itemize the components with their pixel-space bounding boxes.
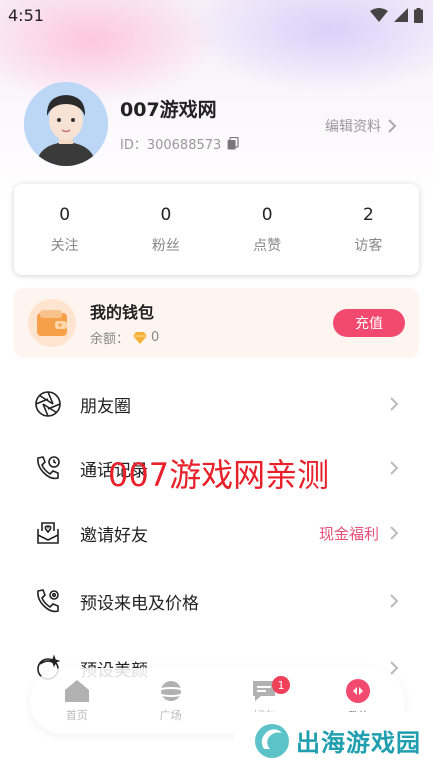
battery-icon — [414, 7, 423, 23]
stat-likes[interactable]: 0 点赞 — [227, 205, 307, 255]
edit-profile-label: 编辑资料 — [325, 119, 381, 135]
status-time: 4:51 — [8, 5, 44, 25]
username: 007游戏网 — [120, 99, 217, 121]
stat-label: 关注 — [50, 237, 79, 254]
chevron-right-icon — [390, 526, 399, 540]
wallet-icon — [28, 299, 76, 347]
aperture-icon — [34, 390, 62, 418]
profile-header: 007游戏网 ID：300688573 — [24, 82, 239, 166]
status-icons — [370, 7, 423, 23]
phone-settings-icon — [34, 587, 62, 615]
planet-icon — [156, 681, 185, 701]
chevron-right-icon — [390, 461, 399, 475]
logo-mark-icon — [255, 723, 289, 758]
signal-icon — [394, 8, 408, 22]
menu-item-moments[interactable]: 朋友圈 — [0, 376, 433, 432]
menu-item-invite-friends[interactable]: 邀请好友 现金福利 — [0, 505, 433, 561]
avatar[interactable] — [24, 82, 108, 166]
chevron-right-icon — [390, 397, 399, 411]
edit-profile-link[interactable]: 编辑资料 — [325, 116, 397, 136]
nav-item-home[interactable]: 首页 — [47, 679, 107, 723]
user-id: ID：300688573 — [120, 138, 222, 153]
watermark-text: 007游戏网亲测 — [108, 456, 330, 494]
wallet-balance-label: 余额： — [90, 332, 130, 347]
menu-item-preset-call-price[interactable]: 预设来电及价格 — [0, 573, 433, 629]
nav-label: 广场 — [159, 709, 182, 722]
notification-badge: 1 — [272, 676, 290, 694]
stats-card: 0 关注 0 粉丝 0 点赞 2 访客 — [14, 184, 419, 275]
stat-value: 2 — [362, 204, 374, 225]
wallet-balance-value: 0 — [151, 330, 160, 345]
stat-value: 0 — [59, 204, 71, 225]
chevron-right-icon — [390, 594, 399, 608]
stat-label: 粉丝 — [151, 237, 180, 254]
menu-label: 邀请好友 — [80, 525, 148, 546]
recharge-button[interactable]: 充值 — [333, 309, 405, 337]
stat-following[interactable]: 0 关注 — [25, 205, 105, 255]
stat-label: 访客 — [354, 237, 383, 254]
cash-bonus-label: 现金福利 — [318, 524, 379, 543]
envelope-heart-icon — [34, 519, 62, 547]
copy-icon[interactable] — [227, 137, 239, 150]
chevron-right-icon — [388, 119, 397, 133]
diamond-icon — [133, 331, 148, 344]
profile-icon — [346, 679, 371, 703]
stat-fans[interactable]: 0 粉丝 — [126, 205, 206, 255]
stat-label: 点赞 — [253, 237, 282, 254]
wifi-icon — [370, 8, 388, 22]
nav-label: 首页 — [65, 709, 88, 722]
stat-visitors[interactable]: 2 访客 — [328, 205, 408, 255]
phone-history-icon — [34, 454, 62, 482]
corner-logo: 出海游戏园 — [234, 712, 433, 769]
nav-item-square[interactable]: 广场 — [141, 679, 201, 723]
menu-label: 朋友圈 — [80, 396, 131, 417]
status-bar: 4:51 — [0, 0, 433, 30]
stat-value: 0 — [160, 204, 172, 225]
stat-value: 0 — [261, 204, 273, 225]
home-icon — [64, 680, 89, 702]
wallet-card[interactable]: 我的钱包 余额： 0 充值 — [14, 288, 419, 358]
corner-logo-text: 出海游戏园 — [296, 729, 421, 757]
menu-label: 预设来电及价格 — [80, 593, 199, 614]
wallet-title: 我的钱包 — [90, 303, 155, 322]
